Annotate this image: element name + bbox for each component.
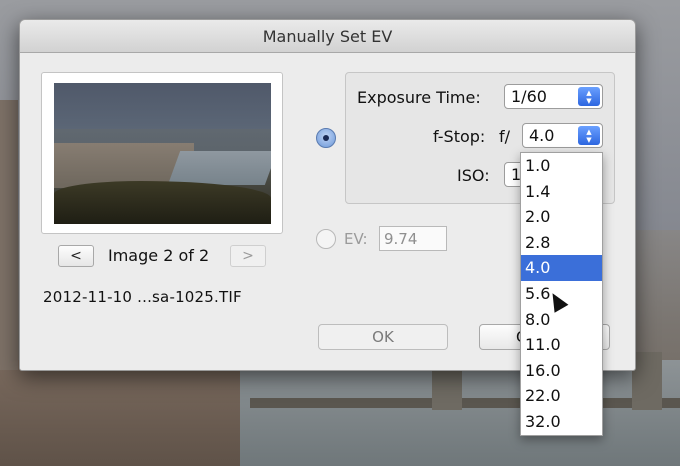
stepper-arrows-icon: ▲ ▼: [578, 87, 600, 106]
exposure-time-select[interactable]: 1/60 ▲ ▼: [504, 84, 603, 109]
next-image-button[interactable]: >: [230, 245, 266, 267]
exposure-time-label: Exposure Time:: [357, 88, 481, 107]
ok-button[interactable]: OK: [318, 324, 448, 350]
fstop-option[interactable]: 22.0: [521, 383, 602, 409]
fstop-option[interactable]: 16.0: [521, 358, 602, 384]
ev-label: EV:: [344, 230, 368, 248]
image-preview: [54, 83, 271, 224]
ev-field[interactable]: 9.74: [379, 226, 447, 251]
fstop-option[interactable]: 8.0: [521, 307, 602, 333]
preview-trees: [54, 181, 271, 224]
fstop-prefix: f/: [499, 127, 511, 146]
exposure-settings-radio[interactable]: [316, 128, 336, 148]
dialog-title: Manually Set EV: [262, 26, 393, 46]
fstop-label: f-Stop:: [433, 127, 486, 146]
fstop-option[interactable]: 4.0: [521, 255, 602, 281]
iso-label: ISO:: [457, 166, 490, 185]
fstop-option[interactable]: 11.0: [521, 332, 602, 358]
fstop-option[interactable]: 32.0: [521, 409, 602, 435]
background-bridge-tower: [632, 352, 662, 410]
image-filename: 2012-11-10 ...sa-1025.TIF: [43, 288, 242, 306]
preview-river: [167, 151, 271, 185]
image-counter: Image 2 of 2: [108, 246, 210, 265]
background-bridge: [250, 398, 680, 408]
ev-radio[interactable]: [316, 229, 336, 249]
fstop-option[interactable]: 2.8: [521, 230, 602, 256]
image-preview-frame: [41, 72, 283, 234]
fstop-option[interactable]: 1.0: [521, 153, 602, 179]
stepper-arrows-icon: ▲ ▼: [578, 126, 600, 145]
fstop-option[interactable]: 1.4: [521, 179, 602, 205]
background-building: [0, 100, 18, 370]
fstop-option[interactable]: 2.0: [521, 204, 602, 230]
dialog-titlebar: Manually Set EV: [20, 20, 635, 53]
previous-image-button[interactable]: <: [58, 245, 94, 267]
exposure-time-value: 1/60: [511, 87, 547, 106]
fstop-select[interactable]: 4.0 ▲ ▼: [522, 123, 603, 148]
fstop-value: 4.0: [529, 126, 555, 145]
